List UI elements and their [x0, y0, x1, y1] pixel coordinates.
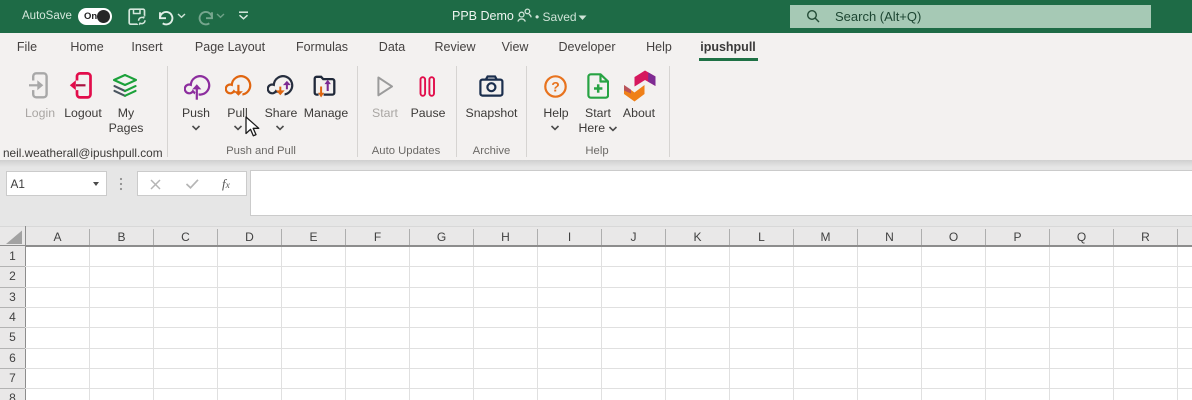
- svg-text:?: ?: [551, 79, 560, 95]
